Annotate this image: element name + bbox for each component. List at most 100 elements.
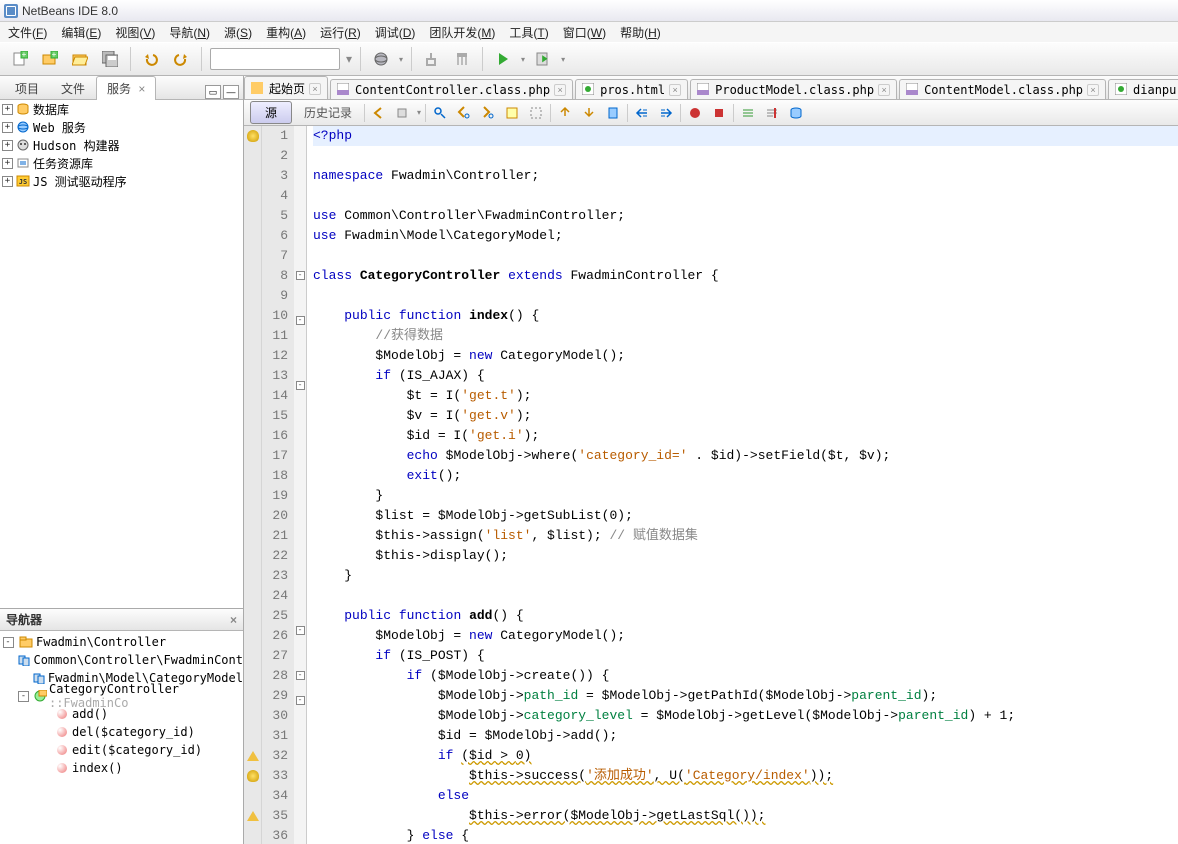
expand-icon[interactable]: + xyxy=(2,140,13,151)
toggle-rect-button[interactable] xyxy=(526,103,546,123)
expand-icon[interactable]: - xyxy=(18,691,29,702)
close-tab-button[interactable]: × xyxy=(1087,84,1099,96)
warning-icon[interactable] xyxy=(247,751,259,761)
code-line[interactable] xyxy=(313,586,1178,606)
clean-build-button[interactable] xyxy=(450,47,474,71)
code-line[interactable]: $this->display(); xyxy=(313,546,1178,566)
file-tab[interactable]: ContentModel.class.php× xyxy=(899,79,1106,100)
minimize-panel-button[interactable]: ▭ xyxy=(205,85,221,99)
build-button[interactable] xyxy=(420,47,444,71)
code-line[interactable]: public function add() { xyxy=(313,606,1178,626)
code-line[interactable]: if ($ModelObj->create()) { xyxy=(313,666,1178,686)
tree-node[interactable]: +任务资源库 xyxy=(0,154,243,172)
comment-button[interactable] xyxy=(738,103,758,123)
debug-button[interactable] xyxy=(531,47,555,71)
file-tab[interactable]: 起始页× xyxy=(244,76,328,100)
expand-icon[interactable]: + xyxy=(2,176,13,187)
nav-node[interactable]: index() xyxy=(0,759,243,777)
tab-file[interactable]: 文件 xyxy=(50,76,96,100)
source-view-button[interactable]: 源 xyxy=(250,101,292,124)
menu-item[interactable]: 团队开发(M) xyxy=(423,23,501,42)
warning-icon[interactable] xyxy=(247,811,259,821)
code-line[interactable]: namespace Fwadmin\Controller; xyxy=(313,166,1178,186)
tree-node[interactable]: +JSJS 测试驱动程序 xyxy=(0,172,243,190)
browser-button[interactable] xyxy=(369,47,393,71)
menu-item[interactable]: 工具(T) xyxy=(503,23,554,42)
stop-macro-button[interactable] xyxy=(709,103,729,123)
code-line[interactable]: use Common\Controller\FwadminController; xyxy=(313,206,1178,226)
code-line[interactable]: $t = I('get.t'); xyxy=(313,386,1178,406)
close-tab-button[interactable]: × xyxy=(878,84,890,96)
code-line[interactable]: public function index() { xyxy=(313,306,1178,326)
tab-service[interactable]: 服务 × xyxy=(96,76,156,100)
shift-right-button[interactable] xyxy=(656,103,676,123)
menu-item[interactable]: 编辑(E) xyxy=(55,23,107,42)
close-tab-button[interactable]: × xyxy=(309,83,321,95)
nav-node[interactable]: -Fwadmin\Controller xyxy=(0,633,243,651)
uncomment-button[interactable] xyxy=(762,103,782,123)
menu-item[interactable]: 导航(N) xyxy=(163,23,216,42)
close-tab-button[interactable]: × xyxy=(669,84,681,96)
tree-node[interactable]: +Web 服务 xyxy=(0,118,243,136)
fold-toggle[interactable]: - xyxy=(296,381,305,390)
menu-item[interactable]: 源(S) xyxy=(218,23,258,42)
menu-item[interactable]: 调试(D) xyxy=(369,23,422,42)
nav-node[interactable]: Common\Controller\FwadminCont xyxy=(0,651,243,669)
nav-fwd-button[interactable] xyxy=(393,103,413,123)
code-line[interactable] xyxy=(313,146,1178,166)
hint-bulb-icon[interactable] xyxy=(247,130,259,142)
code-line[interactable]: $id = $ModelObj->add(); xyxy=(313,726,1178,746)
file-tab[interactable]: dianpu.html× xyxy=(1108,79,1178,100)
new-file-button[interactable]: + xyxy=(8,47,32,71)
database-button[interactable] xyxy=(786,103,806,123)
code-line[interactable]: } xyxy=(313,566,1178,586)
menu-item[interactable]: 文件(F) xyxy=(2,23,53,42)
expand-icon[interactable]: + xyxy=(2,122,13,133)
expand-icon[interactable]: + xyxy=(2,158,13,169)
toggle-bookmark-button[interactable] xyxy=(603,103,623,123)
file-tab[interactable]: ContentController.class.php× xyxy=(330,79,573,100)
nav-node[interactable]: del($category_id) xyxy=(0,723,243,741)
code-line[interactable]: if (IS_AJAX) { xyxy=(313,366,1178,386)
tree-node[interactable]: +数据库 xyxy=(0,100,243,118)
hint-bulb-icon[interactable] xyxy=(247,770,259,782)
services-tree[interactable]: +数据库+Web 服务+Hudson 构建器+任务资源库+JSJS 测试驱动程序 xyxy=(0,100,243,608)
file-tab[interactable]: pros.html× xyxy=(575,79,688,100)
shift-left-button[interactable] xyxy=(632,103,652,123)
close-tab-button[interactable]: × xyxy=(554,84,566,96)
tab-project[interactable]: 项目 xyxy=(4,76,50,100)
code-line[interactable]: $v = I('get.v'); xyxy=(313,406,1178,426)
redo-button[interactable] xyxy=(169,47,193,71)
nav-back-button[interactable] xyxy=(369,103,389,123)
fold-toggle[interactable]: - xyxy=(296,696,305,705)
find-next-button[interactable] xyxy=(478,103,498,123)
code-line[interactable]: } else { xyxy=(313,826,1178,844)
menu-item[interactable]: 视图(V) xyxy=(109,23,161,42)
code-editor[interactable]: 1234567891011121314151617181920212223242… xyxy=(244,126,1178,844)
fold-toggle[interactable]: - xyxy=(296,271,305,280)
code-line[interactable]: $ModelObj = new CategoryModel(); xyxy=(313,346,1178,366)
code-line[interactable] xyxy=(313,286,1178,306)
config-dropdown[interactable] xyxy=(210,48,340,70)
save-all-button[interactable] xyxy=(98,47,122,71)
code-line[interactable]: $id = I('get.i'); xyxy=(313,426,1178,446)
code-line[interactable]: $ModelObj->path_id = $ModelObj->getPathI… xyxy=(313,686,1178,706)
code-line[interactable]: exit(); xyxy=(313,466,1178,486)
run-button[interactable] xyxy=(491,47,515,71)
close-icon[interactable]: × xyxy=(135,82,145,96)
fold-toggle[interactable]: - xyxy=(296,671,305,680)
start-macro-button[interactable] xyxy=(685,103,705,123)
menu-item[interactable]: 运行(R) xyxy=(314,23,367,42)
code-line[interactable]: use Fwadmin\Model\CategoryModel; xyxy=(313,226,1178,246)
code-line[interactable] xyxy=(313,186,1178,206)
menu-item[interactable]: 帮助(H) xyxy=(614,23,667,42)
restore-panel-button[interactable]: — xyxy=(223,85,239,99)
toggle-highlight-button[interactable] xyxy=(502,103,522,123)
expand-icon[interactable]: - xyxy=(3,637,14,648)
code-line[interactable] xyxy=(313,246,1178,266)
open-button[interactable] xyxy=(68,47,92,71)
menu-item[interactable]: 窗口(W) xyxy=(557,23,612,42)
code-line[interactable]: class CategoryController extends Fwadmin… xyxy=(313,266,1178,286)
find-prev-button[interactable] xyxy=(454,103,474,123)
code-line[interactable]: $list = $ModelObj->getSubList(0); xyxy=(313,506,1178,526)
